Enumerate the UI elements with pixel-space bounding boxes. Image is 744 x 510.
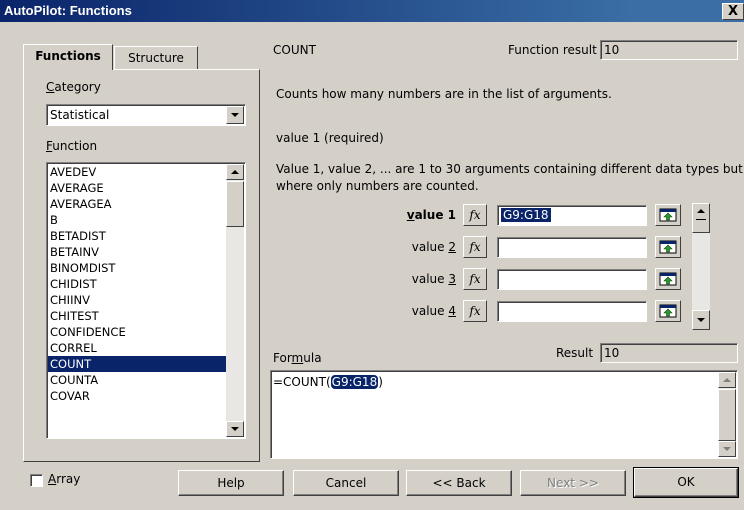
- argument-input-4[interactable]: [497, 301, 647, 322]
- list-item[interactable]: CHIDIST: [48, 276, 226, 292]
- function-wizard-button[interactable]: fx: [463, 236, 487, 258]
- tab-structure[interactable]: Structure: [114, 46, 198, 70]
- list-item[interactable]: BETADIST: [48, 228, 226, 244]
- tab-functions[interactable]: Functions: [23, 44, 113, 70]
- category-value: Statistical: [50, 108, 110, 122]
- formula-scrollbar[interactable]: [718, 372, 736, 457]
- ok-button-label: OK: [677, 475, 695, 489]
- function-name: COUNT: [273, 43, 316, 57]
- argument-input-2[interactable]: [497, 237, 647, 258]
- shrink-icon[interactable]: [655, 300, 681, 322]
- formula-input[interactable]: =COUNT(G9:G18): [270, 370, 738, 459]
- argument-input-1[interactable]: G9:G18: [497, 205, 647, 226]
- result-label: Result: [556, 346, 594, 360]
- function-list[interactable]: AVEDEV AVERAGE AVERAGEA B BETADIST BETAINV BIN…: [46, 162, 246, 439]
- cancel-button-label: Cancel: [325, 476, 367, 490]
- window-title: AutoPilot: Functions: [0, 0, 744, 22]
- list-item[interactable]: AVERAGE: [48, 180, 226, 196]
- scroll-down-icon[interactable]: [226, 421, 244, 437]
- list-item[interactable]: CONFIDENCE: [48, 324, 226, 340]
- function-result-field: 10: [600, 40, 738, 60]
- formula-highlight: G9:G18: [330, 375, 379, 389]
- argument-label-2: value 2: [411, 240, 456, 254]
- back-button[interactable]: << Back: [406, 470, 512, 496]
- list-item[interactable]: CHIINV: [48, 292, 226, 308]
- function-label: Function: [46, 139, 98, 153]
- function-description: Counts how many numbers are in the list …: [276, 87, 612, 101]
- help-button[interactable]: Help: [178, 470, 284, 496]
- close-button[interactable]: X: [722, 3, 744, 20]
- list-item[interactable]: COUNT: [48, 356, 226, 372]
- next-button[interactable]: Next >>: [520, 470, 626, 496]
- list-item[interactable]: B: [48, 212, 226, 228]
- function-wizard-button[interactable]: fx: [463, 300, 487, 322]
- list-scrollbar[interactable]: [226, 164, 244, 437]
- formula-text: =COUNT(G9:G18): [273, 375, 383, 389]
- list-item[interactable]: COVAR: [48, 388, 226, 404]
- result-value: 10: [604, 346, 620, 360]
- argument-description-1: Value 1, value 2, ... are 1 to 30 argume…: [276, 162, 743, 176]
- shrink-icon[interactable]: [655, 268, 681, 290]
- argument-value-1: G9:G18: [501, 208, 551, 222]
- scroll-thumb[interactable]: [718, 389, 736, 441]
- scroll-up-icon[interactable]: [692, 203, 710, 233]
- function-wizard-button[interactable]: fx: [463, 204, 487, 226]
- argument-label-1: value 1: [406, 208, 456, 222]
- formula-label: Formula: [273, 351, 322, 365]
- category-select[interactable]: Statistical: [46, 104, 246, 126]
- array-checkbox[interactable]: [30, 474, 43, 487]
- list-item[interactable]: CORREL: [48, 340, 226, 356]
- chevron-down-icon[interactable]: [226, 106, 244, 124]
- shrink-icon[interactable]: [655, 236, 681, 258]
- array-label: Array: [48, 472, 81, 486]
- list-item[interactable]: COUNTA: [48, 372, 226, 388]
- cancel-button[interactable]: Cancel: [293, 470, 399, 496]
- close-icon: X: [727, 4, 739, 19]
- list-item[interactable]: BINOMDIST: [48, 260, 226, 276]
- scroll-down-icon[interactable]: [718, 441, 736, 457]
- function-wizard-button[interactable]: fx: [463, 268, 487, 290]
- argument-heading: value 1 (required): [276, 131, 384, 145]
- tab-structure-label: Structure: [128, 51, 184, 65]
- scroll-down-icon[interactable]: [692, 310, 710, 330]
- back-button-label: << Back: [432, 476, 486, 490]
- argument-description-2: where only numbers are counted.: [276, 179, 479, 193]
- list-item[interactable]: BETAINV: [48, 244, 226, 260]
- help-button-label: Help: [217, 476, 245, 490]
- argument-label-4: value 4: [411, 304, 456, 318]
- result-field: 10: [600, 343, 738, 363]
- next-button-label: Next >>: [547, 476, 599, 490]
- arguments-scrollbar[interactable]: [692, 203, 710, 330]
- function-result-label: Function result: [508, 43, 597, 57]
- argument-label-3: value 3: [411, 272, 456, 286]
- function-result-value: 10: [604, 43, 620, 57]
- shrink-icon[interactable]: [655, 204, 681, 226]
- scroll-up-icon[interactable]: [226, 164, 244, 180]
- scroll-up-icon[interactable]: [718, 372, 736, 388]
- tab-functions-label: Functions: [35, 49, 101, 63]
- category-label: Category: [46, 80, 101, 94]
- scroll-thumb[interactable]: [226, 181, 244, 227]
- argument-input-3[interactable]: [497, 269, 647, 290]
- ok-button[interactable]: OK: [633, 467, 739, 498]
- list-item[interactable]: AVEDEV: [48, 164, 226, 180]
- list-item[interactable]: CHITEST: [48, 308, 226, 324]
- list-item[interactable]: AVERAGEA: [48, 196, 226, 212]
